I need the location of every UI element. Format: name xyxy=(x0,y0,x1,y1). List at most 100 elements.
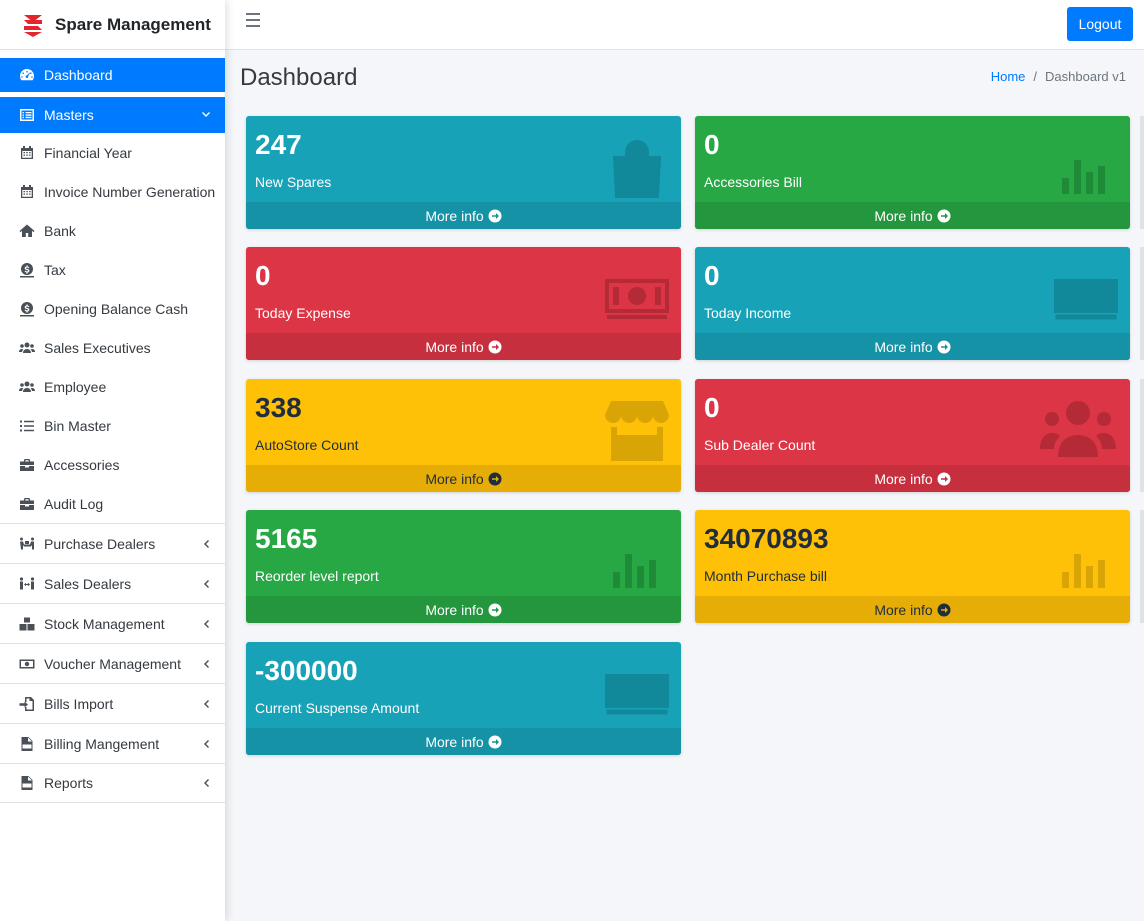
box-value: 0 xyxy=(704,260,720,291)
sidebar-item-label: Employee xyxy=(44,378,107,395)
money-coin-icon xyxy=(17,262,37,278)
bar-chart-icon xyxy=(1062,554,1105,588)
sidebar-item-label: Billing Mangement xyxy=(44,735,160,752)
hamburger-menu-icon[interactable] xyxy=(246,13,260,27)
sidebar-item-sales-executives[interactable]: Sales Executives xyxy=(0,328,225,367)
sidebar-item-dashboard[interactable]: Dashboard xyxy=(0,58,225,92)
sidebar-item-voucher-management[interactable]: Voucher Management xyxy=(0,643,225,683)
sidebar-item-purchase-dealers[interactable]: Purchase Dealers xyxy=(0,523,225,563)
sidebar-item-bank[interactable]: Bank xyxy=(0,211,225,250)
box-label: Sub Dealer Count xyxy=(704,437,816,453)
sidebar-item-label: Voucher Management xyxy=(44,655,181,672)
more-info-link[interactable]: More info xyxy=(246,728,681,755)
sidebar-item-stock-management[interactable]: Stock Management xyxy=(0,603,225,643)
sidebar: Spare Management Dashboard Masters Finan… xyxy=(0,0,225,921)
breadcrumb-home-link[interactable]: Home xyxy=(991,69,1026,84)
calendar-icon xyxy=(17,145,37,161)
small-box-sub-dealer-count: 0 Sub Dealer Count More info xyxy=(695,379,1130,492)
sidebar-item-label: Bills Import xyxy=(44,695,114,712)
sidebar-item-accessories[interactable]: Accessories xyxy=(0,445,225,484)
next-box-edge xyxy=(1140,247,1144,360)
sidebar-item-tax[interactable]: Tax xyxy=(0,250,225,289)
small-box-autostore-count: 338 AutoStore Count More info xyxy=(246,379,681,492)
small-box-accessories-bill: 0 Accessories Bill More info xyxy=(695,116,1130,229)
more-info-link[interactable]: More info xyxy=(246,596,681,623)
more-info-label: More info xyxy=(874,601,933,618)
sidebar-item-label: Financial Year xyxy=(44,144,132,161)
breadcrumb-current: Dashboard v1 xyxy=(1045,69,1126,84)
brand-title: Spare Management xyxy=(55,14,211,34)
arrow-circle-right-icon xyxy=(937,472,951,485)
more-info-link[interactable]: More info xyxy=(695,333,1130,360)
sidebar-item-financial-year[interactable]: Financial Year xyxy=(0,133,225,172)
calendar-icon xyxy=(17,184,37,200)
money-bill-icon xyxy=(605,279,669,319)
sidebar-item-label: Bin Master xyxy=(44,417,111,434)
people-carry-icon xyxy=(17,536,37,552)
page-title: Dashboard xyxy=(240,64,358,91)
box-label: Accessories Bill xyxy=(704,174,803,190)
sidebar-item-label: Tax xyxy=(44,261,66,278)
more-info-label: More info xyxy=(425,207,484,224)
money-bill-icon xyxy=(17,656,37,672)
sidebar-item-opening-balance-cash[interactable]: Opening Balance Cash xyxy=(0,289,225,328)
more-info-label: More info xyxy=(874,470,933,487)
sidebar-item-invoice-number-generation[interactable]: Invoice Number Generation xyxy=(0,172,225,211)
users-icon xyxy=(1040,401,1116,457)
file-csv-icon xyxy=(17,736,37,752)
sidebar-item-masters[interactable]: Masters xyxy=(0,97,225,133)
sidebar-item-reports[interactable]: Reports xyxy=(0,763,225,803)
chevron-left-icon xyxy=(201,739,211,749)
file-import-icon xyxy=(17,696,37,712)
box-value: 338 xyxy=(255,392,302,423)
arrow-circle-right-icon xyxy=(937,603,951,616)
people-arrows-icon xyxy=(17,576,37,592)
sidebar-nav: Dashboard Masters Financial Year Invoice… xyxy=(0,50,225,803)
sidebar-item-label: Bank xyxy=(44,222,76,239)
sidebar-item-label: Dashboard xyxy=(44,67,113,83)
more-info-link[interactable]: More info xyxy=(695,465,1130,492)
file-csv-icon xyxy=(17,775,37,791)
box-value: 34070893 xyxy=(704,523,829,554)
toolbox-icon xyxy=(17,457,37,473)
users-icon xyxy=(17,340,37,356)
sidebar-item-billing-mangement[interactable]: Billing Mangement xyxy=(0,723,225,763)
money-bill-icon xyxy=(605,674,669,715)
more-info-link[interactable]: More info xyxy=(695,202,1130,229)
sidebar-item-label: Audit Log xyxy=(44,495,104,512)
sidebar-item-employee[interactable]: Employee xyxy=(0,367,225,406)
users-icon xyxy=(17,379,37,395)
breadcrumb: Home / Dashboard v1 xyxy=(991,69,1126,84)
more-info-label: More info xyxy=(425,470,484,487)
chevron-left-icon xyxy=(201,778,211,788)
brand[interactable]: Spare Management xyxy=(0,0,225,50)
more-info-link[interactable]: More info xyxy=(695,596,1130,623)
box-label: Month Purchase bill xyxy=(704,568,827,584)
home-icon xyxy=(17,223,37,239)
small-box-today-expense: 0 Today Expense More info xyxy=(246,247,681,360)
logout-button[interactable]: Logout xyxy=(1067,7,1133,41)
sidebar-item-label: Masters xyxy=(44,107,94,123)
sidebar-item-sales-dealers[interactable]: Sales Dealers xyxy=(0,563,225,603)
more-info-link[interactable]: More info xyxy=(246,333,681,360)
box-value: -300000 xyxy=(255,655,358,686)
box-label: Current Suspense Amount xyxy=(255,700,420,716)
sidebar-item-audit-log[interactable]: Audit Log xyxy=(0,484,225,523)
toolbox-icon xyxy=(17,496,37,512)
sidebar-item-label: Reports xyxy=(44,775,94,791)
chevron-left-icon xyxy=(201,659,211,669)
sidebar-item-label: Sales Dealers xyxy=(44,575,132,592)
arrow-circle-right-icon xyxy=(488,603,502,616)
sidebar-item-bills-import[interactable]: Bills Import xyxy=(0,683,225,723)
sidebar-item-bin-master[interactable]: Bin Master xyxy=(0,406,225,445)
chevron-left-icon xyxy=(201,619,211,629)
more-info-link[interactable]: More info xyxy=(246,202,681,229)
top-navbar: Logout xyxy=(225,0,1144,50)
shopping-bag-icon xyxy=(612,140,662,198)
sidebar-item-label: Accessories xyxy=(44,456,120,473)
next-box-edge xyxy=(1140,116,1144,229)
small-box-month-purchase-bill: 34070893 Month Purchase bill More info xyxy=(695,510,1130,623)
more-info-link[interactable]: More info xyxy=(246,465,681,492)
chevron-left-icon xyxy=(201,579,211,589)
list-icon xyxy=(17,418,37,434)
